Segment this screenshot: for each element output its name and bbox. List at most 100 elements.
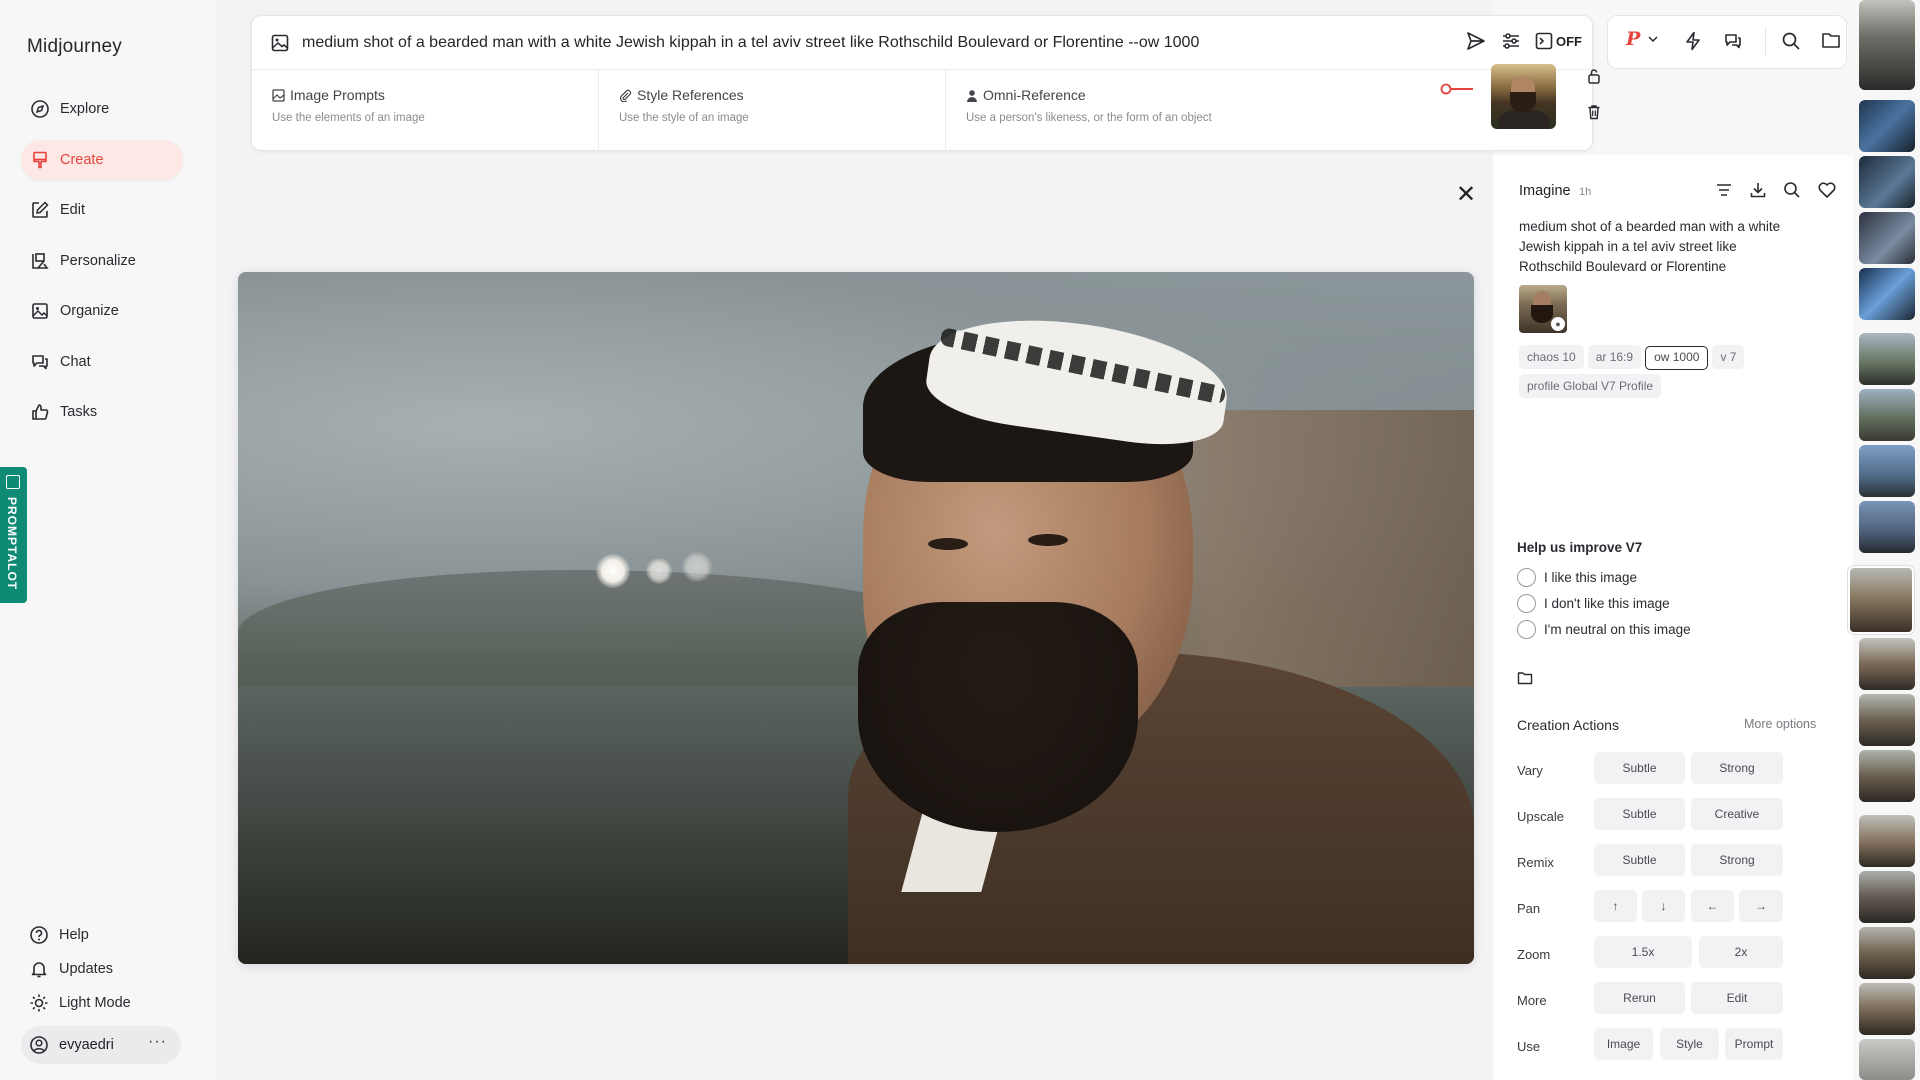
vary-strong-button[interactable]: Strong [1691, 752, 1783, 784]
unlock-icon[interactable] [1587, 68, 1601, 89]
history-thumbnail[interactable] [1859, 100, 1915, 152]
remix-strong-button[interactable]: Strong [1691, 844, 1783, 876]
send-icon[interactable] [1465, 30, 1487, 52]
param-chip[interactable]: chaos 10 [1519, 345, 1584, 369]
history-thumbnail[interactable] [1859, 501, 1915, 553]
nav-explore[interactable]: Explore [21, 89, 183, 129]
prompt-input[interactable]: medium shot of a bearded man with a whit… [302, 34, 1199, 52]
user-menu[interactable]: evyaedri ··· [21, 1026, 181, 1064]
image-prompts-panel[interactable]: Image Prompts Use the elements of an ima… [252, 70, 599, 152]
folder-icon[interactable] [1517, 671, 1533, 690]
upscale-creative-button[interactable]: Creative [1691, 798, 1783, 830]
history-thumbnail[interactable] [1859, 983, 1915, 1035]
light-mode-toggle[interactable]: Light Mode [29, 986, 131, 1020]
search-icon[interactable] [1781, 31, 1801, 51]
param-chip[interactable]: ar 16:9 [1587, 345, 1642, 369]
settings-sliders-icon[interactable] [1501, 31, 1521, 51]
radio-button[interactable] [1517, 619, 1536, 639]
history-thumbnail[interactable] [1859, 268, 1915, 320]
omni-weight-slider-icon[interactable] [1440, 82, 1474, 100]
history-thumbnail[interactable] [1859, 694, 1915, 746]
feedback-like[interactable]: I like this image [1517, 564, 1691, 590]
detail-prompt-text[interactable]: medium shot of a bearded man with a whit… [1519, 217, 1784, 277]
heart-icon[interactable] [1817, 181, 1837, 199]
promptalot-extension-tab[interactable]: PROMPTALOT [0, 467, 27, 603]
history-thumbnail[interactable] [1859, 871, 1915, 923]
history-thumbnail-current[interactable] [1848, 566, 1914, 634]
pan-up-button[interactable]: ↑ [1594, 890, 1637, 922]
feedback-dislike[interactable]: I don't like this image [1517, 590, 1691, 616]
param-chip[interactable]: profile Global V7 Profile [1519, 374, 1662, 398]
radio-button[interactable] [1517, 593, 1536, 613]
nav-tasks[interactable]: Tasks [21, 392, 183, 432]
image-prompts-title: Image Prompts [290, 87, 385, 103]
nav-create[interactable]: Create [21, 139, 183, 180]
history-thumbnail[interactable] [1859, 0, 1915, 90]
personalization-toggle[interactable]: P [1626, 28, 1658, 50]
radio-button[interactable] [1517, 567, 1536, 587]
job-type: Imagine [1519, 183, 1571, 199]
history-thumbnail[interactable] [1859, 212, 1915, 264]
chat-icon[interactable] [1723, 31, 1743, 51]
filter-lines-icon[interactable] [1715, 181, 1733, 199]
history-thumbnail[interactable] [1859, 638, 1915, 690]
history-thumbnail[interactable] [1859, 445, 1915, 497]
nav-help[interactable]: Help [29, 918, 131, 952]
prompt-bar: medium shot of a bearded man with a whit… [251, 15, 1600, 152]
sidebar: Midjourney Explore Create Edit Personali… [0, 0, 215, 1080]
history-thumbnail[interactable] [1859, 156, 1915, 208]
creation-actions-title: Creation Actions [1517, 717, 1619, 733]
action-row-zoom: Zoom 1.5x 2x [1517, 936, 1829, 982]
omni-reference-panel[interactable]: Omni-Reference Use a person's likeness, … [946, 70, 1320, 152]
generated-image[interactable] [238, 272, 1474, 964]
use-style-button[interactable]: Style [1660, 1028, 1719, 1060]
add-image-icon[interactable] [270, 33, 290, 58]
user-more-button[interactable]: ··· [148, 1033, 167, 1051]
param-chip[interactable]: v 7 [1712, 345, 1745, 369]
history-thumbnail[interactable] [1859, 389, 1915, 441]
history-thumbnail[interactable] [1859, 1039, 1915, 1080]
sun-icon [29, 993, 49, 1013]
creation-actions: Vary Subtle Strong Upscale Subtle Creati… [1517, 752, 1829, 1074]
pan-right-button[interactable]: → [1739, 890, 1783, 922]
vary-subtle-button[interactable]: Subtle [1594, 752, 1685, 784]
zoom-2x-button[interactable]: 2x [1699, 936, 1783, 968]
nav-personalize[interactable]: Personalize [21, 241, 183, 281]
omni-reference-mini-thumbnail[interactable]: ● [1519, 285, 1567, 333]
close-icon[interactable]: ✕ [1456, 180, 1476, 209]
use-prompt-button[interactable]: Prompt [1725, 1028, 1783, 1060]
download-icon[interactable] [1749, 181, 1767, 199]
omni-reference-thumbnail[interactable] [1491, 64, 1556, 129]
nav-label: Light Mode [59, 995, 131, 1011]
zoom-1-5x-button[interactable]: 1.5x [1594, 936, 1692, 968]
app-logo[interactable]: Midjourney [27, 36, 122, 58]
pan-down-button[interactable]: ↓ [1642, 890, 1685, 922]
parameter-chips: chaos 10 ar 16:9 ow 1000 v 7 profile Global … [1519, 345, 1789, 402]
history-thumbnail[interactable] [1859, 815, 1915, 867]
pan-left-button[interactable]: ← [1691, 890, 1734, 922]
style-references-panel[interactable]: Style References Use the style of an ima… [599, 70, 946, 152]
edit-button[interactable]: Edit [1691, 982, 1783, 1014]
nav-edit[interactable]: Edit [21, 190, 183, 230]
remix-subtle-button[interactable]: Subtle [1594, 844, 1685, 876]
help-icon [29, 925, 49, 945]
history-thumbnail[interactable] [1859, 927, 1915, 979]
upscale-subtle-button[interactable]: Subtle [1594, 798, 1685, 830]
more-options-link[interactable]: More options [1744, 717, 1816, 731]
nav-chat[interactable]: Chat [21, 342, 183, 382]
use-image-button[interactable]: Image [1594, 1028, 1653, 1060]
search-icon[interactable] [1783, 181, 1801, 199]
nav-organize[interactable]: Organize [21, 291, 183, 331]
nav-label: Tasks [60, 404, 98, 420]
trash-icon[interactable] [1587, 104, 1601, 125]
raw-mode-toggle[interactable]: OFF [1535, 32, 1582, 50]
history-thumbnail[interactable] [1859, 333, 1915, 385]
folder-icon[interactable] [1821, 31, 1841, 49]
feedback-neutral[interactable]: I'm neutral on this image [1517, 616, 1691, 642]
rerun-button[interactable]: Rerun [1594, 982, 1685, 1014]
nav-updates[interactable]: Updates [29, 952, 131, 986]
param-chip-selected[interactable]: ow 1000 [1645, 346, 1709, 370]
history-thumbnail[interactable] [1859, 750, 1915, 802]
lightning-icon[interactable] [1684, 31, 1702, 51]
personalization-p-icon: P [1626, 28, 1641, 50]
